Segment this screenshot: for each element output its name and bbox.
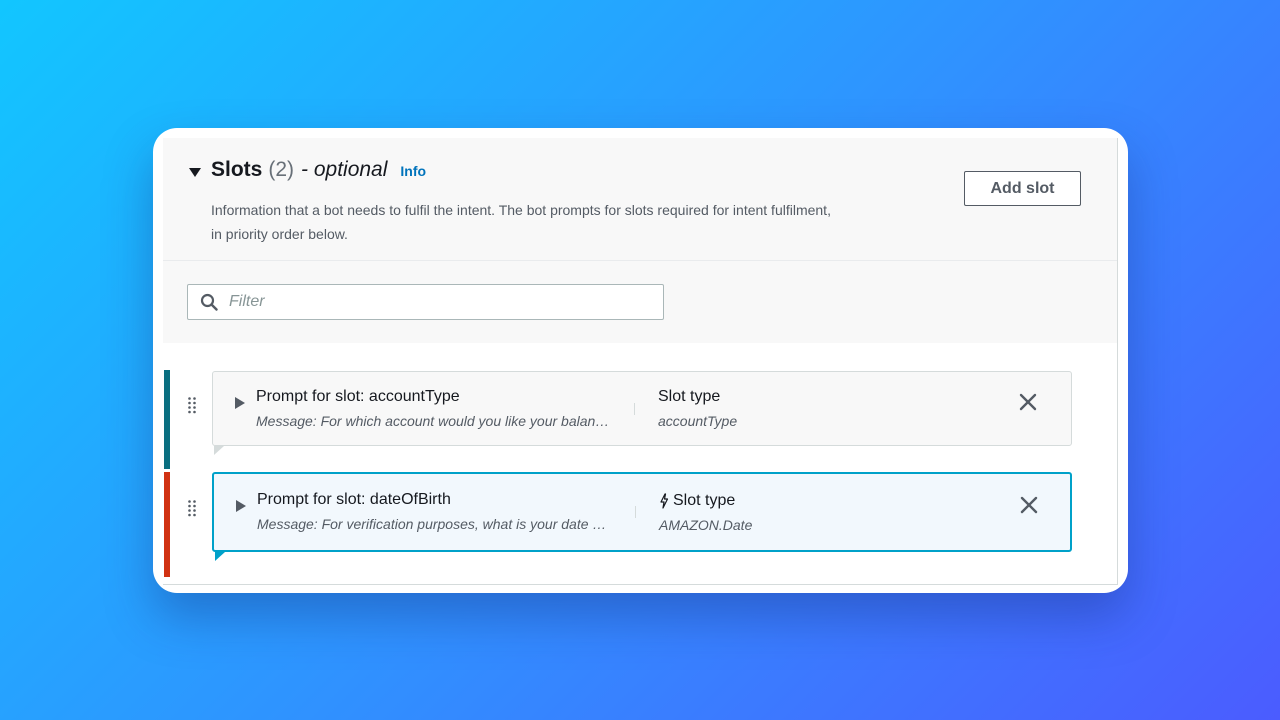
slot-type-label: Slot type [658, 388, 720, 406]
slot-type-label-text: Slot type [673, 492, 736, 509]
section-description: Information that a bot needs to fulfil t… [211, 202, 831, 242]
divider [634, 403, 635, 415]
filter-placeholder: Filter [229, 293, 265, 310]
slot-type-value: accountType [658, 413, 738, 429]
slot-accent-bar [164, 370, 170, 469]
slot-type-label: Slot type [659, 492, 735, 510]
slot-message: Message: For verification purposes, what… [257, 516, 607, 532]
remove-slot-icon[interactable] [1019, 393, 1037, 411]
add-slot-button[interactable]: Add slot [964, 171, 1081, 206]
slot-card-accountType[interactable]: Prompt for slot: accountType Message: Fo… [212, 371, 1072, 455]
search-icon [200, 293, 218, 311]
slot-type-value: AMAZON.Date [659, 517, 753, 533]
collapse-caret-icon[interactable] [189, 168, 201, 177]
slot-prompt: Prompt for slot: dateOfBirth [257, 491, 451, 508]
drag-handle-icon[interactable] [187, 396, 197, 414]
drag-handle-icon[interactable] [187, 499, 197, 517]
filter-input[interactable]: Filter [187, 284, 664, 320]
lightning-icon [660, 493, 669, 509]
slot-card-dateOfBirth[interactable]: Prompt for slot: dateOfBirth Message: Fo… [212, 472, 1072, 561]
bubble-tail [214, 446, 224, 455]
title-text: Slots [211, 158, 263, 181]
screenshot-card: Slots (2) - optional Info Information th… [153, 128, 1128, 593]
remove-slot-icon[interactable] [1020, 496, 1038, 514]
optional-label: - optional [301, 158, 388, 181]
section-title: Slots (2) - optional Info [211, 158, 426, 188]
expand-caret-icon[interactable] [235, 397, 245, 409]
divider [635, 506, 636, 518]
info-link[interactable]: Info [400, 163, 426, 179]
slot-prompt: Prompt for slot: accountType [256, 388, 460, 405]
slot-count: (2) [268, 158, 295, 181]
filter-area: Filter [163, 261, 1117, 343]
slot-accent-bar [164, 472, 170, 577]
slots-header: Slots (2) - optional Info Information th… [163, 138, 1117, 261]
slots-container: Slots (2) - optional Info Information th… [163, 138, 1118, 585]
slot-message: Message: For which account would you lik… [256, 413, 610, 429]
slots-panel: Slots (2) - optional Info Information th… [163, 138, 1118, 585]
expand-caret-icon[interactable] [236, 500, 246, 512]
slot-type-label-text: Slot type [658, 388, 721, 405]
bubble-tail [215, 552, 225, 561]
